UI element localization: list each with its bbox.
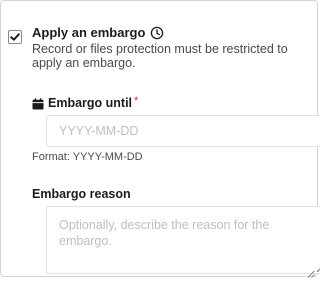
embargo-option-header: Apply an embargo [32,26,164,40]
embargo-option-title: Apply an embargo [32,25,146,40]
embargo-reason-textarea[interactable] [46,206,320,274]
clock-icon[interactable] [150,26,164,40]
checkmark-icon [10,33,20,41]
embargo-date-input[interactable] [46,115,320,147]
required-indicator: * [134,95,139,107]
embargo-option-description: Record or files protection must be restr… [32,42,288,70]
resize-handle-icon[interactable] [307,265,315,278]
date-format-help: Format: YYYY-MM-DD [32,151,143,163]
calendar-icon [32,97,44,110]
apply-embargo-checkbox[interactable] [8,30,22,44]
embargo-until-label-row: Embargo until * [32,96,138,110]
embargo-reason-label: Embargo reason [32,187,131,201]
embargo-until-label: Embargo until [48,96,133,110]
